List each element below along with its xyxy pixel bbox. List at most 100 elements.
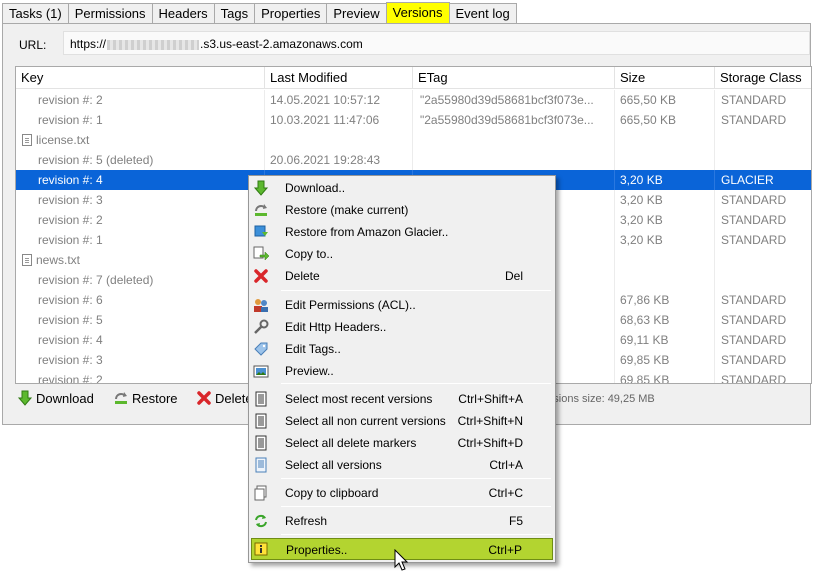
menu-item-shortcut: Ctrl+Shift+D [457, 436, 523, 450]
table-header: Key Last Modified ETag Size Storage Clas… [16, 67, 811, 89]
cell-size: 3,20 KB [615, 210, 715, 230]
document-list-icon [253, 391, 269, 407]
download-icon [253, 180, 269, 196]
cell-text: revision #: 2 [38, 373, 103, 384]
cell-text: "2a55980d39d58681bcf3f073e... [420, 113, 594, 127]
delete-button[interactable]: Delete [196, 389, 253, 409]
file-row[interactable]: license.txt [16, 130, 811, 150]
download-button[interactable]: Download [17, 389, 94, 409]
cell-storage [715, 270, 811, 290]
document-list-icon [253, 435, 269, 451]
cell-storage: STANDARD [715, 90, 811, 110]
restore-button[interactable]: Restore [113, 389, 178, 409]
cell-key: revision #: 5 (deleted) [16, 150, 265, 170]
cell-size [615, 150, 715, 170]
cell-storage: STANDARD [715, 310, 811, 330]
cell-storage: STANDARD [715, 110, 811, 130]
cell-key: revision #: 4 [16, 170, 265, 190]
column-header-last-modified[interactable]: Last Modified [265, 67, 413, 89]
cell-text: 20.06.2021 19:28:43 [270, 153, 381, 167]
menu-item-label: Copy to.. [285, 247, 334, 261]
column-header-size[interactable]: Size [615, 67, 715, 89]
menu-item-select-all-versions[interactable]: Select all versions Ctrl+A [251, 454, 553, 476]
url-field[interactable]: https:// .s3.us-east-2.amazonaws.com [63, 31, 810, 55]
cell-size [615, 130, 715, 150]
refresh-icon [253, 513, 269, 529]
cell-key: revision #: 2 [16, 370, 265, 384]
cell-size: 665,50 KB [615, 90, 715, 110]
tab-versions[interactable]: Versions [385, 2, 450, 24]
tab-event-log[interactable]: Event log [448, 3, 517, 24]
cell-text: license.txt [36, 133, 90, 147]
cell-text: STANDARD [721, 313, 787, 327]
menu-item-shortcut: Ctrl+Shift+N [457, 414, 523, 428]
cell-text: 3,20 KB [620, 173, 663, 187]
menu-item-label: Edit Permissions (ACL).. [285, 298, 416, 312]
menu-item-copy-to[interactable]: Copy to.. [251, 243, 553, 265]
tab-preview[interactable]: Preview [326, 3, 387, 24]
column-header-etag[interactable]: ETag [413, 67, 615, 89]
menu-item-label: Preview.. [285, 364, 334, 378]
cell-text: STANDARD [721, 93, 787, 107]
menu-separator [281, 478, 551, 479]
menu-item-select-most-recent[interactable]: Select most recent versions Ctrl+Shift+A [251, 388, 553, 410]
cell-text: revision #: 2 [38, 93, 103, 107]
tab-properties[interactable]: Properties [254, 3, 328, 24]
menu-item-edit-http-headers[interactable]: Edit Http Headers.. [251, 316, 553, 338]
cell-text: STANDARD [721, 373, 787, 384]
cell-size: 3,20 KB [615, 230, 715, 250]
delete-label: Delete [215, 391, 253, 406]
version-row[interactable]: revision #: 1 10.03.2021 11:47:06 "2a55980… [16, 110, 811, 130]
menu-item-shortcut: Ctrl+A [489, 458, 523, 472]
cell-size [615, 270, 715, 290]
cell-text: STANDARD [721, 213, 787, 227]
menu-item-edit-tags[interactable]: Edit Tags.. [251, 338, 553, 360]
cell-text: revision #: 7 (deleted) [38, 273, 154, 287]
version-row[interactable]: revision #: 5 (deleted) 20.06.2021 19:28:… [16, 150, 811, 170]
cell-storage: STANDARD [715, 350, 811, 370]
cell-key: revision #: 1 [16, 230, 265, 250]
menu-item-delete[interactable]: Delete Del [251, 265, 553, 287]
cell-text: revision #: 3 [38, 353, 103, 367]
version-row[interactable]: revision #: 2 14.05.2021 10:57:12 "2a55980… [16, 90, 811, 110]
cell-key: revision #: 3 [16, 350, 265, 370]
cell-key: revision #: 2 [16, 90, 265, 110]
cell-text: STANDARD [721, 193, 787, 207]
menu-item-select-delete-markers[interactable]: Select all delete markers Ctrl+Shift+D [251, 432, 553, 454]
cell-text: 3,20 KB [620, 213, 663, 227]
context-menu: Download.. Restore (make current) Restore … [248, 175, 556, 563]
url-suffix: .s3.us-east-2.amazonaws.com [200, 37, 363, 51]
cell-storage: STANDARD [715, 230, 811, 250]
menu-item-restore-current[interactable]: Restore (make current) [251, 199, 553, 221]
cell-text: 67,86 KB [620, 293, 670, 307]
cell-size [615, 250, 715, 270]
menu-item-refresh[interactable]: Refresh F5 [251, 510, 553, 532]
menu-item-label: Properties.. [286, 543, 348, 557]
cell-text: STANDARD [721, 113, 787, 127]
menu-item-preview[interactable]: Preview.. [251, 360, 553, 382]
menu-item-label: Download.. [285, 181, 346, 195]
tab-permissions[interactable]: Permissions [67, 3, 153, 24]
mouse-cursor-icon [394, 549, 408, 571]
cell-text: revision #: 2 [38, 213, 103, 227]
menu-item-select-non-current[interactable]: Select all non current versions Ctrl+Shif… [251, 410, 553, 432]
cell-storage: GLACIER [715, 170, 811, 190]
tab-tasks[interactable]: Tasks (1) [2, 3, 69, 24]
tab-tags[interactable]: Tags [213, 3, 256, 24]
cell-text: 14.05.2021 10:57:12 [270, 93, 381, 107]
tag-icon [253, 341, 269, 357]
menu-item-label: Select all delete markers [285, 436, 417, 450]
column-header-storage-class[interactable]: Storage Class [715, 67, 811, 89]
menu-item-download[interactable]: Download.. [251, 177, 553, 199]
menu-item-edit-permissions[interactable]: Edit Permissions (ACL).. [251, 294, 553, 316]
menu-item-restore-glacier[interactable]: Restore from Amazon Glacier.. [251, 221, 553, 243]
menu-item-label: Edit Http Headers.. [285, 320, 387, 334]
column-header-key[interactable]: Key [16, 67, 265, 89]
menu-item-copy-clipboard[interactable]: Copy to clipboard Ctrl+C [251, 482, 553, 504]
tab-headers[interactable]: Headers [151, 3, 215, 24]
menu-item-label: Select all non current versions [285, 414, 446, 428]
cell-text: STANDARD [721, 293, 787, 307]
delete-x-icon [253, 268, 269, 284]
cell-text: GLACIER [721, 173, 774, 187]
cell-text: revision #: 5 (deleted) [38, 153, 154, 167]
